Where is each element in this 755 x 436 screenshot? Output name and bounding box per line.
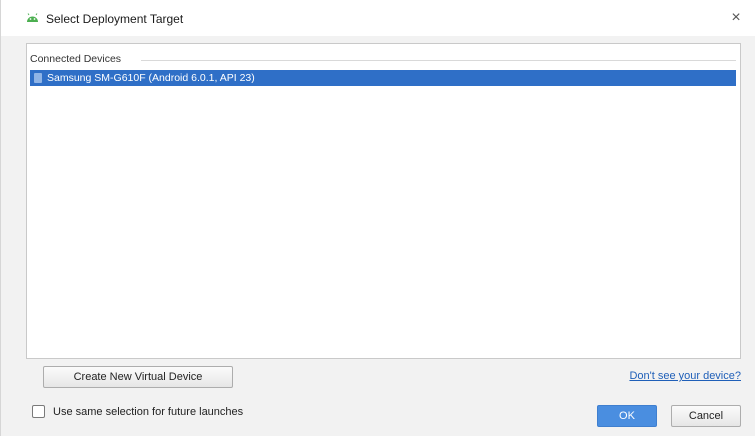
same-selection-checkbox[interactable] xyxy=(32,405,45,418)
phone-icon xyxy=(34,73,42,83)
section-divider xyxy=(141,60,736,61)
device-label: Samsung SM-G610F (Android 6.0.1, API 23) xyxy=(47,72,255,84)
connected-devices-header: Connected Devices xyxy=(30,53,122,65)
create-new-virtual-device-button[interactable]: Create New Virtual Device xyxy=(43,366,233,388)
dialog-title: Select Deployment Target xyxy=(46,12,184,26)
cancel-button[interactable]: Cancel xyxy=(671,405,741,427)
device-row-samsung[interactable]: Samsung SM-G610F (Android 6.0.1, API 23) xyxy=(30,70,736,86)
device-list: Connected Devices Samsung SM-G610F (Andr… xyxy=(26,43,741,359)
close-icon[interactable]: × xyxy=(726,9,746,27)
title-bar: Select Deployment Target × xyxy=(1,0,755,36)
android-icon xyxy=(27,13,38,22)
same-selection-label[interactable]: Use same selection for future launches xyxy=(53,406,243,418)
dont-see-your-device-link[interactable]: Don't see your device? xyxy=(629,370,741,382)
select-deployment-target-dialog: Select Deployment Target × Connected Dev… xyxy=(0,0,755,436)
ok-button[interactable]: OK xyxy=(597,405,657,427)
